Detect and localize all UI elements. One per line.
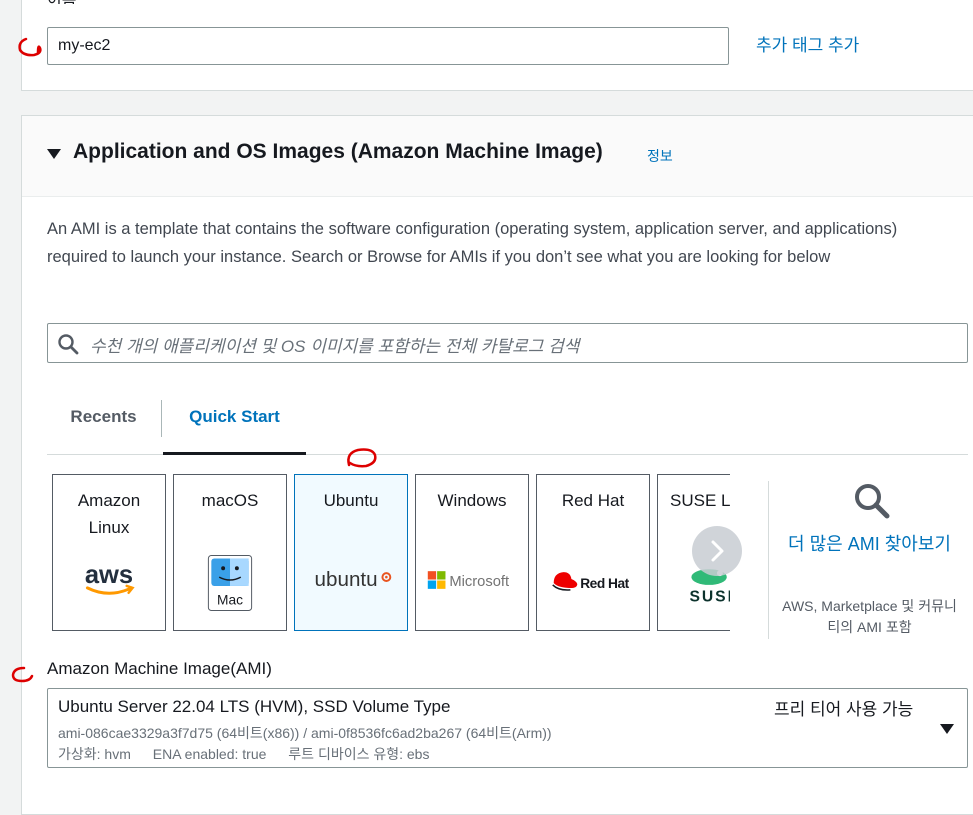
ami-select-label: Amazon Machine Image(AMI) [47, 659, 272, 678]
tile-windows[interactable]: Windows Microsoft [415, 474, 529, 631]
name-input[interactable]: my-ec2 [47, 27, 729, 65]
redhat-logo-icon: Red Hat [552, 572, 630, 591]
ami-ids: ami-086cae3329a3f7d75 (64비트(x86)) / ami-… [58, 725, 552, 741]
add-tag-link[interactable]: 추가 태그 추가 [756, 31, 859, 56]
tile-name: SUSE Li [670, 491, 730, 510]
mac-logo-text: Mac [217, 593, 243, 608]
annotation-marker [347, 448, 377, 468]
ami-tabs: Recents Quick Start [47, 388, 968, 455]
name-tag-panel: 이름 my-ec2 추가 태그 추가 [21, 0, 973, 91]
caret-down-icon[interactable] [940, 724, 954, 734]
browse-more-amis-link[interactable]: 더 많은 AMI 찾아보기 [782, 531, 957, 558]
ami-panel: Application and OS Images (Amazon Machin… [21, 115, 973, 815]
caret-down-icon[interactable] [47, 149, 61, 159]
ena-attr: ENA enabled: true [152, 746, 267, 762]
quick-start-carousel: Amazon Linux aws macOS Mac Ubuntu ubuntu… [52, 474, 730, 634]
redhat-logo-text: Red Hat [580, 576, 629, 591]
tile-name: Red Hat [561, 491, 625, 510]
ubuntu-logo-icon: ubuntu [315, 568, 392, 591]
info-link[interactable]: 정보 [647, 146, 673, 166]
search-placeholder: 수천 개의 애플리케이션 및 OS 이미지를 포함하는 전체 카탈로그 검색 [90, 337, 580, 356]
microsoft-logo-text: Microsoft [449, 574, 509, 590]
tile-name: Ubuntu [323, 491, 379, 510]
annotation-marker [11, 666, 34, 683]
tab-divider [161, 400, 162, 437]
annotation-marker [18, 37, 42, 57]
ami-search-input[interactable]: 수천 개의 애플리케이션 및 OS 이미지를 포함하는 전체 카탈로그 검색 [47, 323, 968, 363]
ubuntu-logo-text: ubuntu [315, 568, 378, 591]
ami-attributes: 가상화: hvm ENA enabled: true 루트 디바이스 유형: e… [58, 744, 447, 764]
svg-text:aws: aws [85, 561, 133, 589]
chevron-right-icon [711, 540, 724, 562]
suse-logo-text: SUSE [689, 589, 730, 606]
ami-section-header[interactable]: Application and OS Images (Amazon Machin… [22, 116, 973, 197]
tile-ubuntu[interactable]: Ubuntu ubuntu [294, 474, 408, 631]
ami-select-title: Ubuntu Server 22.04 LTS (HVM), SSD Volum… [58, 697, 451, 716]
aws-logo-icon: aws [85, 561, 135, 595]
tile-name: macOS [201, 491, 259, 510]
tile-name: Amazon Linux [77, 491, 141, 537]
tab-recents[interactable]: Recents [47, 388, 160, 454]
name-label: 이름 [47, 0, 76, 4]
active-tab-underline [163, 452, 306, 455]
tile-macos[interactable]: macOS Mac [173, 474, 287, 631]
tile-red-hat[interactable]: Red Hat Red Hat [536, 474, 650, 631]
root-device-attr: 루트 디바이스 유형: ebs [288, 746, 430, 762]
free-tier-badge: 프리 티어 사용 가능 [774, 700, 914, 719]
tab-quick-start-label: Quick Start [189, 407, 280, 426]
tab-quick-start[interactable]: Quick Start [163, 388, 306, 455]
carousel-next-button[interactable] [692, 526, 742, 576]
tile-amazon-linux[interactable]: Amazon Linux aws [52, 474, 166, 631]
search-icon [855, 484, 890, 519]
more-divider [768, 481, 769, 639]
virtualization-attr: 가상화: hvm [58, 746, 131, 762]
browse-more-amis-description: AWS, Marketplace 및 커뮤니티의 AMI 포함 [782, 598, 957, 635]
section-title: Application and OS Images (Amazon Machin… [73, 140, 603, 163]
tile-name: Windows [437, 491, 507, 510]
mac-finder-icon: Mac [207, 555, 253, 611]
search-icon [58, 334, 79, 355]
microsoft-logo-icon: Microsoft [427, 571, 509, 590]
ami-select-dropdown[interactable]: Ubuntu Server 22.04 LTS (HVM), SSD Volum… [47, 688, 968, 768]
ami-description: An AMI is a template that contains the s… [47, 220, 898, 266]
